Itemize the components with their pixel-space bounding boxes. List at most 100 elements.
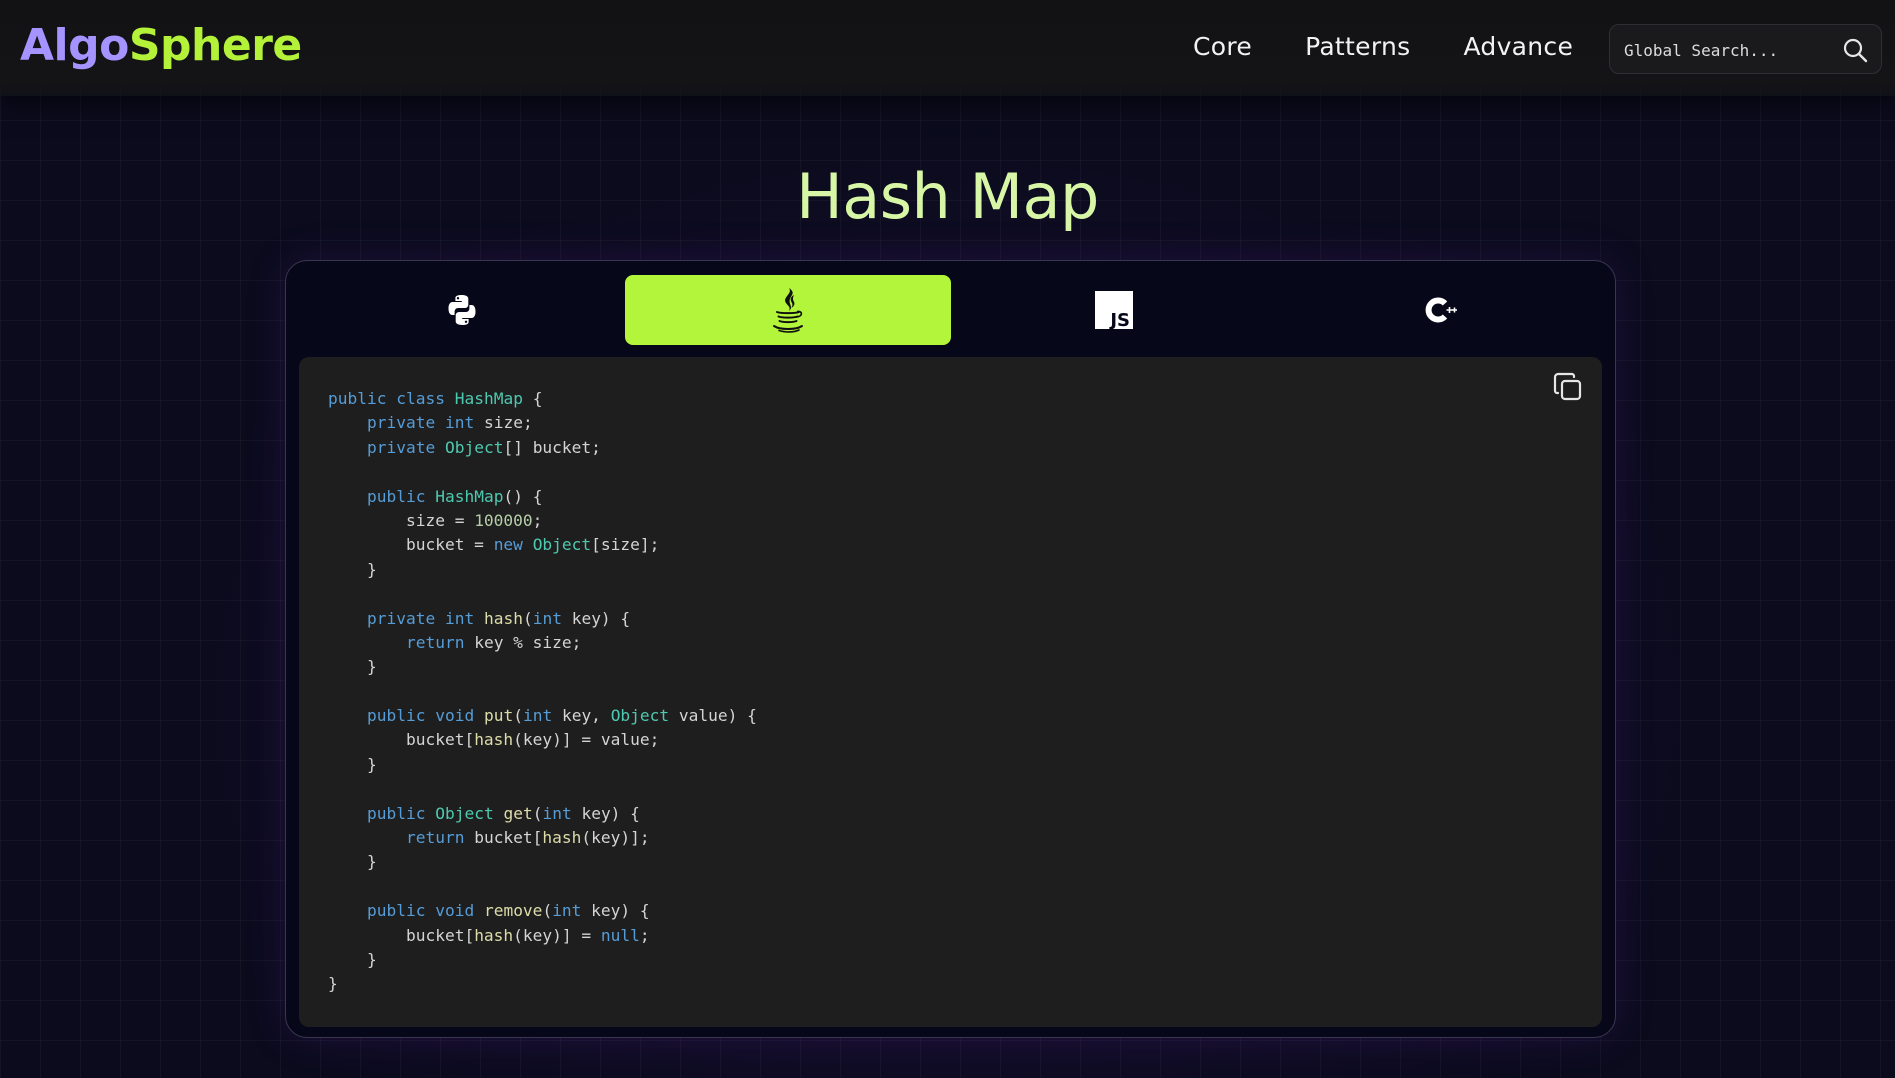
code-token: size = — [328, 510, 475, 530]
code-token: int — [552, 901, 582, 921]
code-token: remove — [483, 901, 543, 921]
code-line: size = 100000; — [328, 509, 757, 533]
nav-link-patterns[interactable]: Patterns — [1305, 32, 1410, 61]
code-token: public — [366, 486, 426, 506]
language-tabs: JS — [299, 275, 1604, 345]
nav-link-advance[interactable]: Advance — [1463, 32, 1573, 61]
code-line: public void remove(int key) { — [328, 899, 757, 923]
brand-logo-part1: Algo — [20, 20, 129, 71]
tab-java[interactable] — [625, 275, 951, 345]
copy-icon[interactable] — [1552, 371, 1584, 403]
code-token: int — [532, 608, 562, 628]
code-token: hash — [474, 730, 514, 750]
code-token: key % size; — [464, 632, 582, 652]
code-token: key) { — [571, 803, 640, 823]
code-line: public Object get(int key) { — [328, 802, 757, 826]
code-line: private int size; — [328, 411, 757, 435]
code-token: public — [366, 706, 426, 726]
code-token: ; — [532, 510, 543, 530]
code-line: return key % size; — [328, 631, 757, 655]
search-input[interactable] — [1624, 37, 1834, 63]
code-token: Object — [435, 803, 494, 823]
code-token: HashMap — [454, 389, 523, 408]
code-token: null — [600, 925, 640, 945]
code-token: (key)] = — [513, 925, 601, 945]
tab-cpp[interactable] — [1277, 275, 1603, 345]
code-card: JS public class HashMap { private int si… — [285, 260, 1616, 1038]
code-token: bucket = — [328, 535, 494, 555]
page-title: Hash Map — [796, 160, 1099, 233]
code-token: ( — [542, 901, 553, 921]
brand-logo-part2: Sphere — [128, 20, 302, 71]
code-line: } — [328, 948, 757, 972]
code-line: } — [328, 850, 757, 874]
code-token: void — [435, 901, 475, 921]
java-icon — [773, 288, 803, 333]
code-token: } — [328, 852, 377, 872]
global-search — [1609, 24, 1882, 74]
code-token: key) { — [581, 901, 650, 921]
code-token: private — [366, 437, 436, 457]
code-token: return — [405, 632, 465, 652]
code-token: hash — [474, 925, 514, 945]
code-line: public class HashMap { — [328, 387, 757, 411]
code-line: } — [328, 753, 757, 777]
code-token: public — [328, 389, 387, 408]
code-token: } — [328, 974, 338, 994]
code-token: bucket[ — [328, 925, 475, 945]
code-line: } — [328, 655, 757, 679]
code-line: public HashMap() { — [328, 485, 757, 509]
code-token: HashMap — [435, 486, 504, 506]
code-token: size; — [474, 413, 533, 433]
code-token: key) { — [561, 608, 631, 628]
code-line: private int hash(int key) { — [328, 607, 757, 631]
code-token: put — [483, 706, 514, 726]
tab-python[interactable] — [299, 275, 625, 345]
code-block[interactable]: public class HashMap { private int size;… — [328, 387, 757, 997]
code-token: (key)]; — [581, 828, 650, 848]
code-token: public — [366, 901, 426, 921]
code-token: private — [366, 413, 436, 433]
code-token: public — [366, 803, 426, 823]
main-nav: Core Patterns Advance — [1193, 32, 1626, 61]
code-token: int — [542, 803, 572, 823]
code-token: hash — [542, 828, 582, 848]
code-token: [size]; — [591, 535, 660, 555]
code-token: Object — [444, 437, 504, 457]
code-token: ; — [639, 925, 650, 945]
javascript-icon-label: JS — [1108, 310, 1130, 329]
code-token: get — [503, 803, 533, 823]
code-token: bucket[ — [328, 730, 475, 750]
code-token: } — [328, 657, 377, 677]
code-token: void — [435, 706, 475, 726]
code-token: 100000 — [474, 510, 533, 530]
code-token: () { — [503, 486, 543, 506]
code-token: } — [328, 754, 377, 774]
code-line: return bucket[hash(key)]; — [328, 826, 757, 850]
search-icon[interactable] — [1842, 37, 1868, 63]
code-line: private Object[] bucket; — [328, 436, 757, 460]
code-token: (key)] = value; — [513, 730, 660, 750]
brand-logo[interactable]: AlgoSphere — [20, 20, 302, 71]
nav-link-core[interactable]: Core — [1193, 32, 1252, 61]
tab-javascript[interactable]: JS — [951, 275, 1277, 345]
